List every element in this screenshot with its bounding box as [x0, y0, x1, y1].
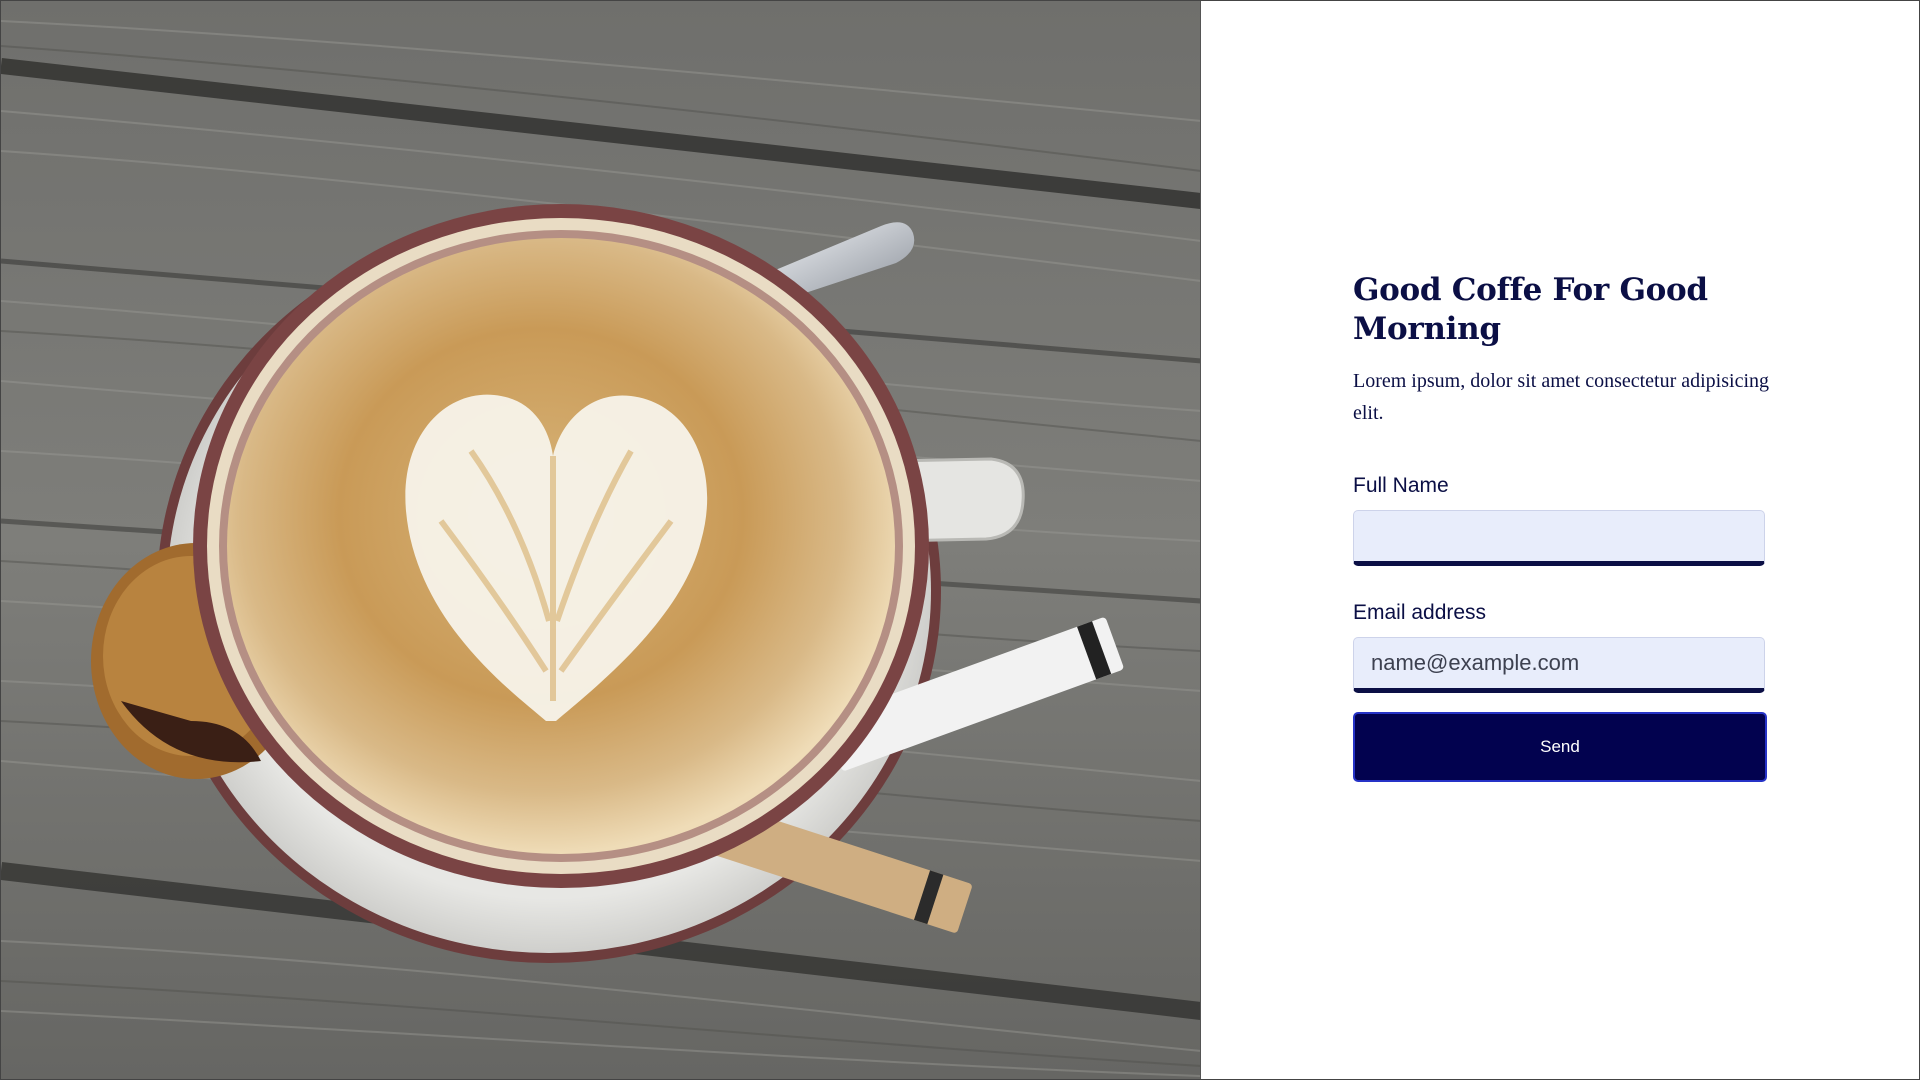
hero-image [1, 1, 1201, 1079]
form-panel: Good Coffe For Good Morning Lorem ipsum,… [1201, 1, 1919, 1079]
contact-form: Good Coffe For Good Morning Lorem ipsum,… [1353, 271, 1771, 782]
email-input[interactable] [1353, 637, 1765, 693]
send-button[interactable]: Send [1353, 712, 1767, 782]
full-name-input[interactable] [1353, 510, 1765, 566]
coffee-photo [1, 1, 1200, 1079]
page-title: Good Coffe For Good Morning [1353, 272, 1708, 347]
page: Good Coffe For Good Morning Lorem ipsum,… [0, 0, 1920, 1080]
full-name-label: Full Name [1353, 474, 1449, 497]
email-label: Email address [1353, 601, 1487, 624]
lead-text: Lorem ipsum, dolor sit amet consectetur … [1353, 370, 1770, 424]
